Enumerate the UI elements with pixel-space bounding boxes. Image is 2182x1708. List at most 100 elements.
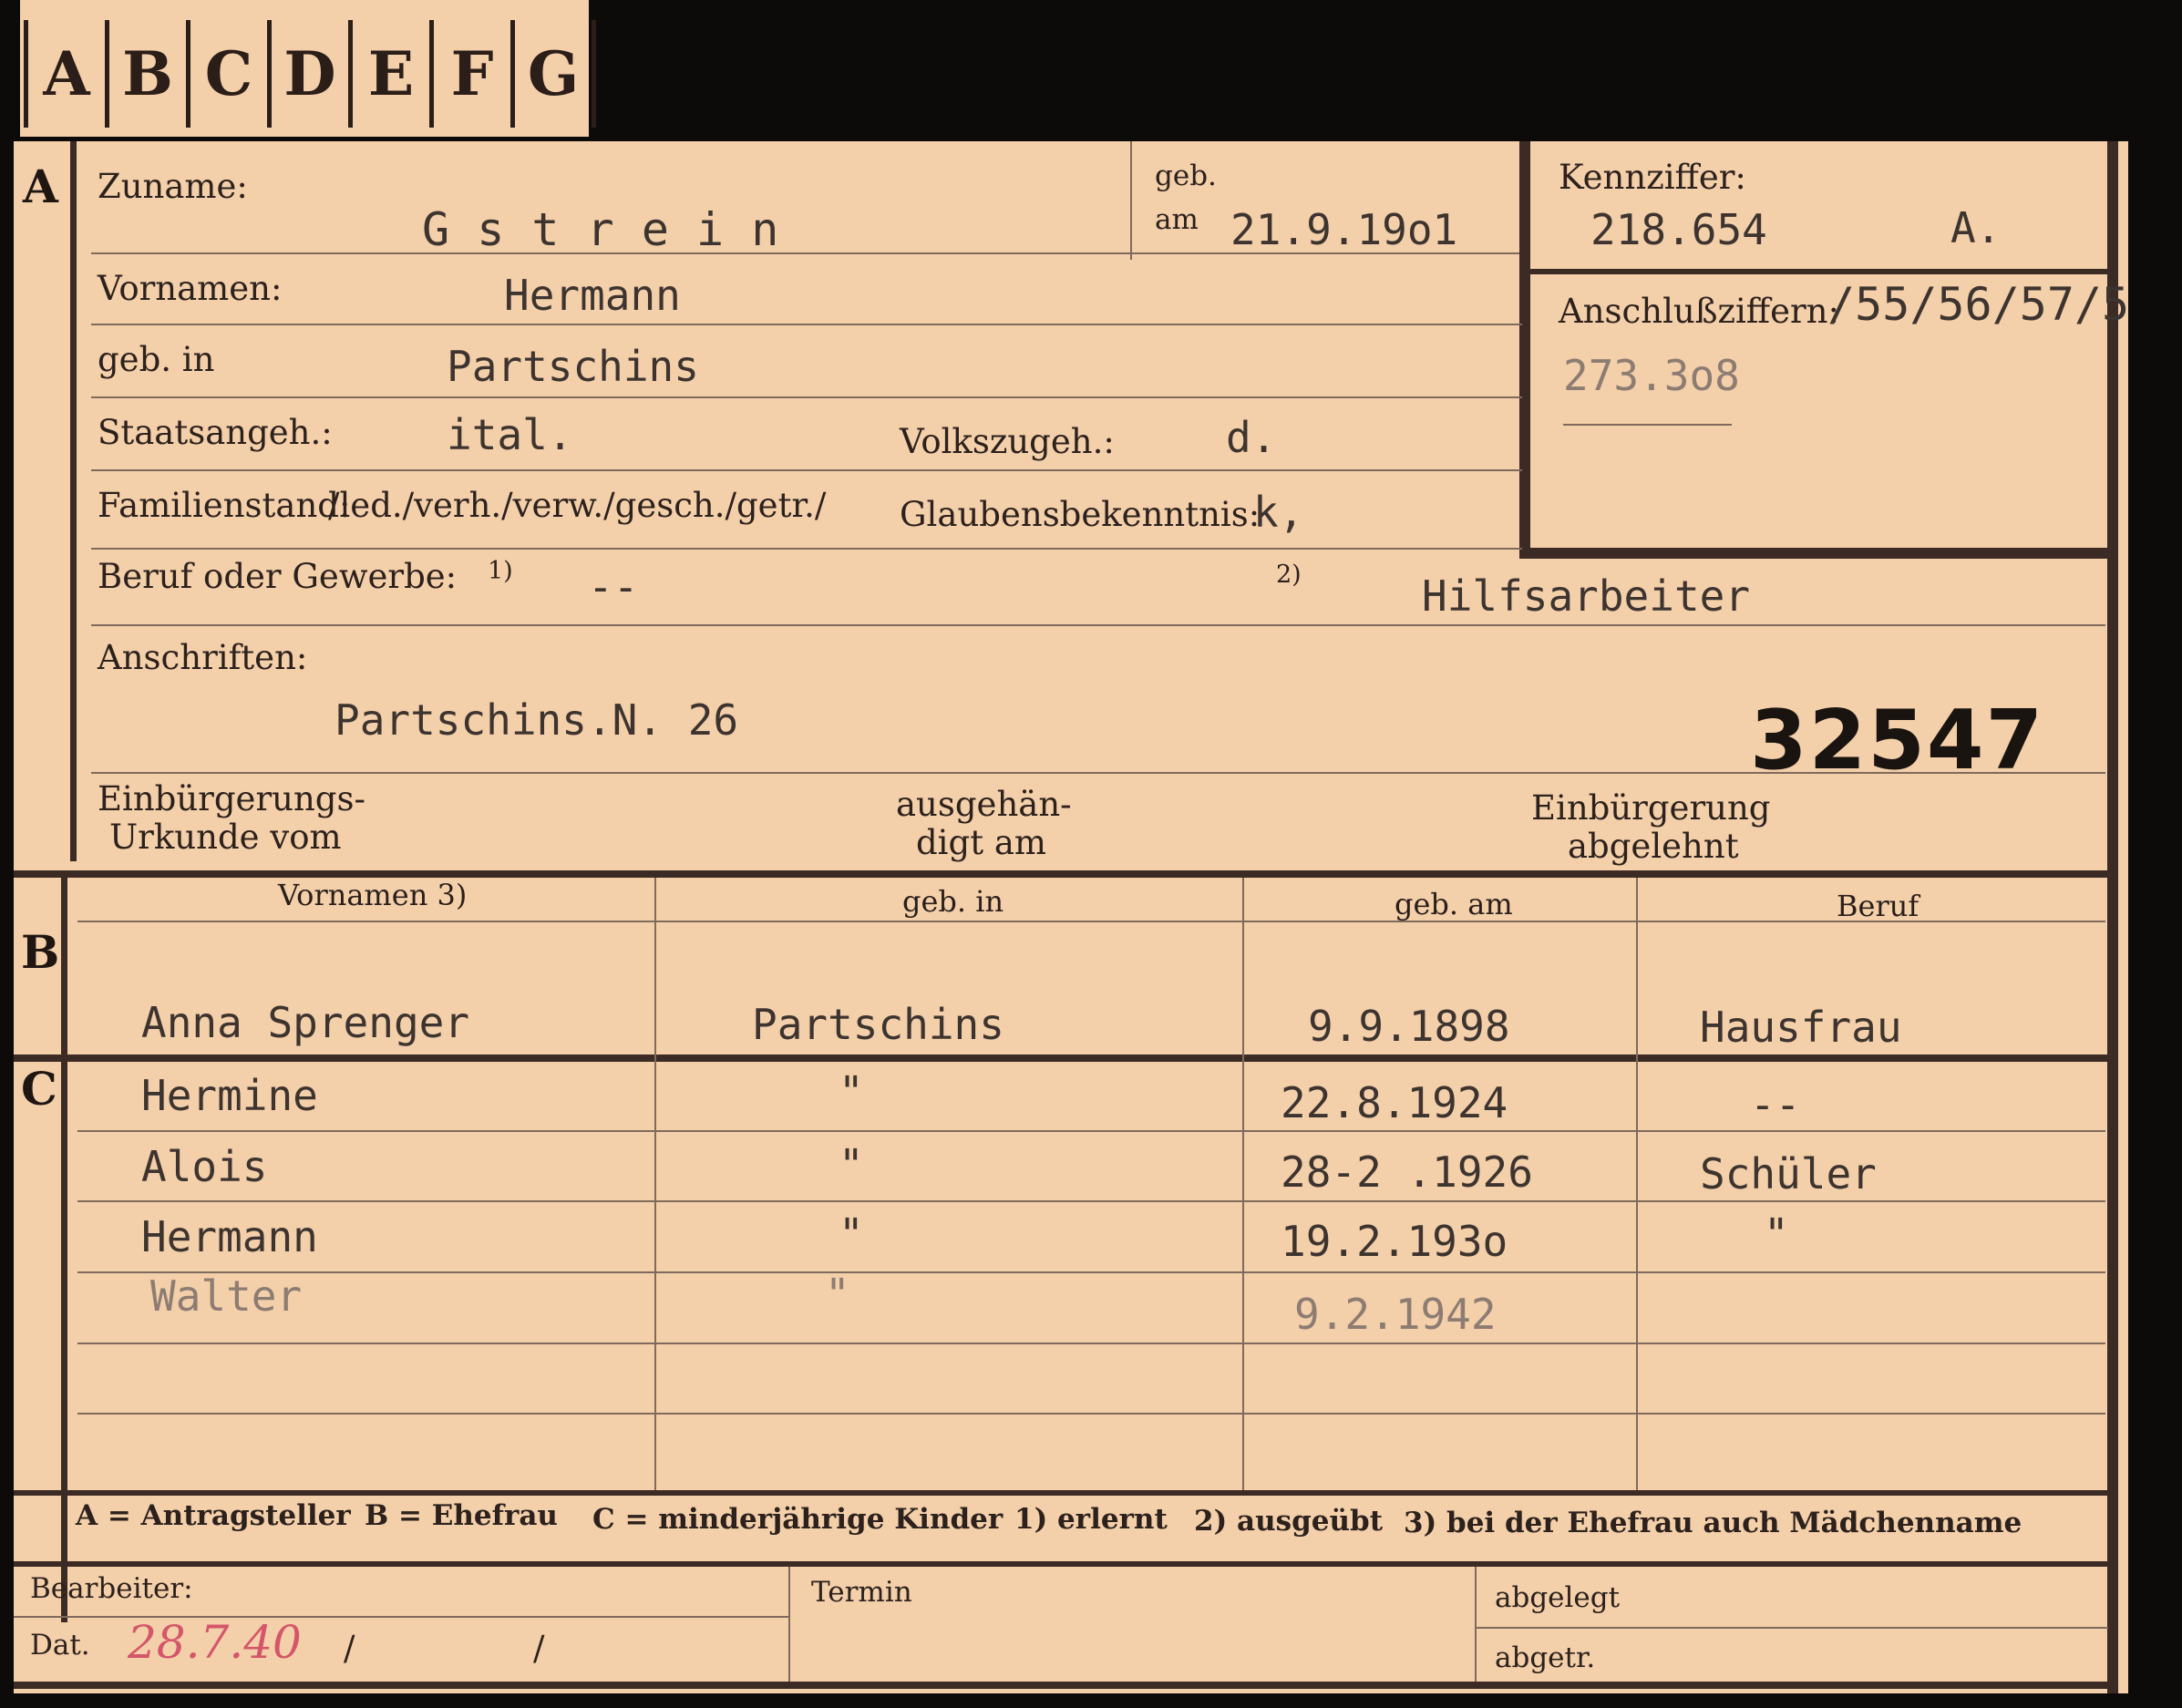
rule-bottom [14, 1682, 2115, 1689]
child-job: " [1764, 1209, 1789, 1259]
volk-value: d. [1226, 413, 1277, 462]
geb-divider [1130, 141, 1132, 260]
row-line-2 [77, 1200, 2105, 1202]
kennziffer-box-left [1519, 141, 1530, 551]
row-line-1 [77, 1130, 2105, 1132]
col-divider-3 [1636, 878, 1638, 1490]
tab-g[interactable]: G [510, 20, 596, 128]
geb-label: geb. [1155, 159, 1217, 192]
child-place: " [825, 1270, 850, 1319]
line-familien [91, 548, 1522, 550]
geb-am-value: 21.9.19o1 [1230, 205, 1458, 254]
vornamen-label: Vornamen: [98, 269, 283, 308]
tab-a[interactable]: A [24, 20, 105, 128]
line-staat [91, 469, 1522, 471]
beruf-note-2: 2) [1276, 561, 1302, 589]
header-beruf: Beruf [1837, 889, 1920, 923]
beruf-note-1: 1) [488, 557, 513, 585]
header-underline [77, 921, 2105, 922]
legend-b: B = Ehefrau [365, 1499, 558, 1532]
section-b-marker: B [21, 925, 60, 979]
row-line-5 [77, 1413, 2105, 1415]
child-place: " [839, 1140, 864, 1189]
rule-b-c [14, 1055, 2115, 1062]
child-place: " [839, 1209, 864, 1259]
dat-label: Dat. [30, 1629, 90, 1662]
staat-value: ital. [447, 410, 573, 459]
footer-divider-2 [1475, 1567, 1477, 1682]
abgelehnt-label-1: Einbürgerung [1531, 788, 1771, 828]
child-date: 28-2 .1926 [1281, 1147, 1533, 1197]
familienstand-options: /led./verh./verw./gesch./getr./ [328, 486, 827, 525]
familienstand-label: Familienstand: [98, 486, 351, 525]
staat-label: Staatsangeh.: [98, 413, 333, 452]
tab-b[interactable]: B [105, 20, 186, 128]
anschluss-extra: 273.3o8 [1563, 351, 1740, 400]
anschluss-value: /55/56/57/58 [1827, 278, 2128, 331]
child-name: Alois [141, 1142, 268, 1191]
kennziffer-box-bottom [1519, 548, 2107, 559]
einbuergerung-label-2: Urkunde vom [109, 818, 342, 857]
header-vornamen: Vornamen 3) [278, 878, 468, 912]
row-line-3 [77, 1271, 2105, 1273]
beruf-1-value: -- [588, 562, 639, 612]
rule-a-b [14, 870, 2115, 878]
kennziffer-suffix: A. [1950, 203, 2002, 252]
spouse-place: Partschins [752, 1000, 1004, 1049]
geb-in-label: geb. in [98, 340, 215, 379]
beruf-2-value: Hilfsarbeiter [1422, 571, 1751, 621]
legend-note-3: 3) bei der Ehefrau auch Mädchenname [1404, 1507, 2022, 1539]
line-vornamen [91, 324, 1522, 325]
line-zuname [91, 252, 1522, 254]
section-b-rule [61, 878, 67, 1055]
dat-slash-1: / [344, 1629, 355, 1668]
col-divider-1 [654, 878, 656, 1490]
zuname-value: G s t r e i n [422, 203, 779, 256]
spouse-job: Hausfrau [1700, 1003, 1902, 1052]
dat-slash-2: / [533, 1629, 545, 1668]
ausgehaendigt-label-2: digt am [916, 823, 1046, 862]
tab-f[interactable]: F [429, 20, 510, 128]
line-beruf [91, 624, 2105, 626]
footer-line-right [1475, 1627, 2108, 1629]
tab-d[interactable]: D [267, 20, 348, 128]
section-c-marker: C [21, 1062, 57, 1116]
anschluss-underline [1563, 424, 1732, 426]
header-geb-am: geb. am [1395, 887, 1513, 921]
glauben-label: Glaubensbekenntnis: [900, 495, 1261, 534]
zuname-label: Zuname: [98, 167, 248, 206]
child-place: " [839, 1067, 864, 1116]
child-date: 22.8.1924 [1281, 1078, 1508, 1127]
rule-legend-bottom [14, 1561, 2115, 1567]
anschriften-label: Anschriften: [98, 638, 308, 677]
vornamen-value: Hermann [504, 271, 681, 320]
line-anschrift [91, 772, 2105, 774]
abgelehnt-label-2: abgelehnt [1568, 827, 1739, 866]
section-c-rule [61, 1062, 67, 1622]
legend-a: A = Antragsteller [76, 1499, 351, 1532]
kennziffer-value: 218.654 [1590, 205, 1767, 254]
rule-legend-top [14, 1490, 2115, 1496]
child-job: -- [1750, 1080, 1801, 1129]
child-date: 19.2.193o [1281, 1217, 1508, 1266]
spouse-date: 9.9.1898 [1308, 1002, 1510, 1051]
kennziffer-box-mid [1519, 269, 2107, 274]
line-geb-in [91, 396, 1522, 398]
beruf-label: Beruf oder Gewerbe: [98, 557, 458, 596]
am-label: am [1155, 203, 1199, 236]
tab-strip: A B C D E F G [20, 0, 596, 137]
abgetr-label: abgetr. [1495, 1641, 1596, 1674]
legend-note-1: 1) erlernt [1014, 1503, 1168, 1536]
child-date: 9.2.1942 [1294, 1290, 1497, 1339]
tab-c[interactable]: C [186, 20, 267, 128]
child-name: Walter [150, 1271, 303, 1321]
card-number: 32547 [1750, 693, 2045, 788]
kennziffer-label: Kennziffer: [1559, 158, 1746, 197]
legend-c: C = minderjährige Kinder [592, 1503, 1004, 1536]
header-geb-in: geb. in [902, 884, 1004, 919]
spouse-name: Anna Sprenger [141, 998, 470, 1047]
glauben-value: k, [1253, 488, 1304, 537]
bearbeiter-label: Bearbeiter: [30, 1572, 193, 1605]
ausgehaendigt-label-1: ausgehän- [896, 785, 1072, 824]
tab-e[interactable]: E [348, 20, 429, 128]
